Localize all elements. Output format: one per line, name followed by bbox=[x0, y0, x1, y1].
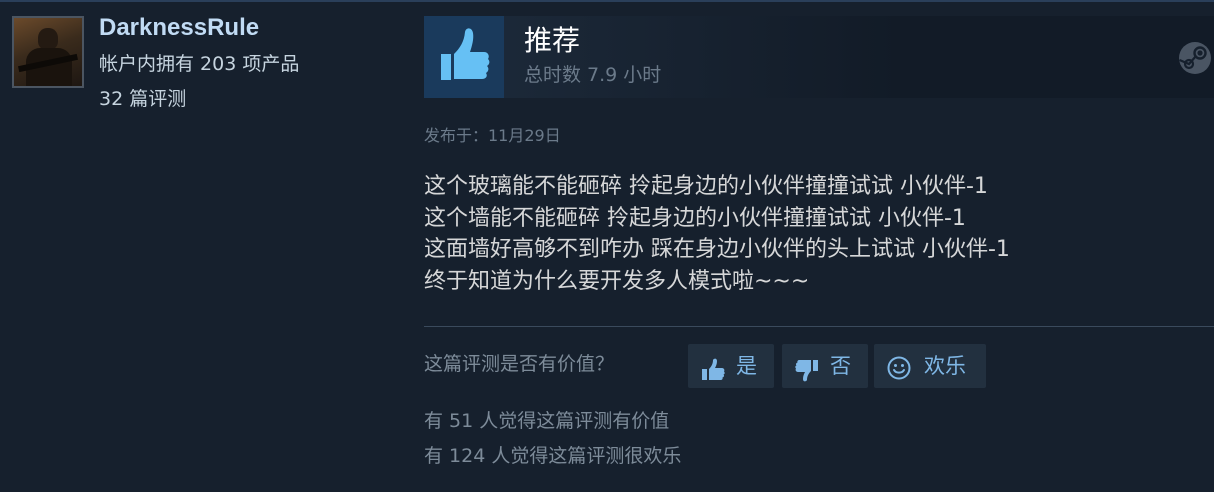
review-line: 这面墙好高够不到咋办 踩在身边小伙伴的头上试试 小伙伴-1 bbox=[424, 237, 1010, 262]
avatar[interactable] bbox=[12, 16, 84, 88]
author-name[interactable]: DarknessRule bbox=[99, 14, 259, 42]
review-card: DarknessRule 帐户内拥有 203 项产品 32 篇评测 推荐 总时数… bbox=[0, 0, 1214, 492]
review-verdict: 推荐 bbox=[524, 24, 581, 57]
divider bbox=[424, 326, 1214, 327]
review-content: 这个玻璃能不能砸碎 拎起身边的小伙伴撞撞试试 小伙伴-1 这个墙能不能砸碎 拎起… bbox=[424, 171, 1204, 297]
funny-count: 有 124 人觉得这篇评测很欢乐 bbox=[424, 445, 682, 467]
vote-yes-label: 是 bbox=[736, 354, 757, 378]
review-line: 终于知道为什么要开发多人模式啦~~~ bbox=[424, 268, 810, 294]
thumbs-down-icon bbox=[794, 354, 820, 382]
thumbs-up-icon bbox=[424, 16, 504, 98]
smiley-icon bbox=[886, 352, 912, 380]
review-panel: 推荐 总时数 7.9 小时 发布于：11月29日 这个玻璃能不能砸碎 拎起身边的… bbox=[424, 16, 1214, 486]
vote-header[interactable]: 推荐 总时数 7.9 小时 bbox=[424, 16, 1214, 98]
posted-date: 发布于：11月29日 bbox=[424, 126, 561, 145]
vote-no-label: 否 bbox=[830, 354, 851, 378]
helpful-count: 有 51 人觉得这篇评测有价值 bbox=[424, 410, 670, 432]
review-line: 这个墙能不能砸碎 拎起身边的小伙伴撞撞试试 小伙伴-1 bbox=[424, 205, 966, 231]
author-products-count[interactable]: 帐户内拥有 203 项产品 bbox=[99, 52, 299, 76]
vote-no-button[interactable]: 否 bbox=[782, 344, 868, 388]
steam-icon bbox=[1178, 41, 1212, 75]
vote-funny-label: 欢乐 bbox=[924, 354, 966, 378]
thumbs-up-icon bbox=[700, 354, 726, 380]
vote-yes-button[interactable]: 是 bbox=[688, 344, 774, 388]
playtime-hours: 总时数 7.9 小时 bbox=[524, 64, 662, 86]
author-reviews-count[interactable]: 32 篇评测 bbox=[99, 87, 186, 111]
review-line: 这个玻璃能不能砸碎 拎起身边的小伙伴撞撞试试 小伙伴-1 bbox=[424, 174, 988, 199]
helpful-question: 这篇评测是否有价值？ bbox=[424, 353, 615, 375]
vote-funny-button[interactable]: 欢乐 bbox=[874, 344, 986, 388]
